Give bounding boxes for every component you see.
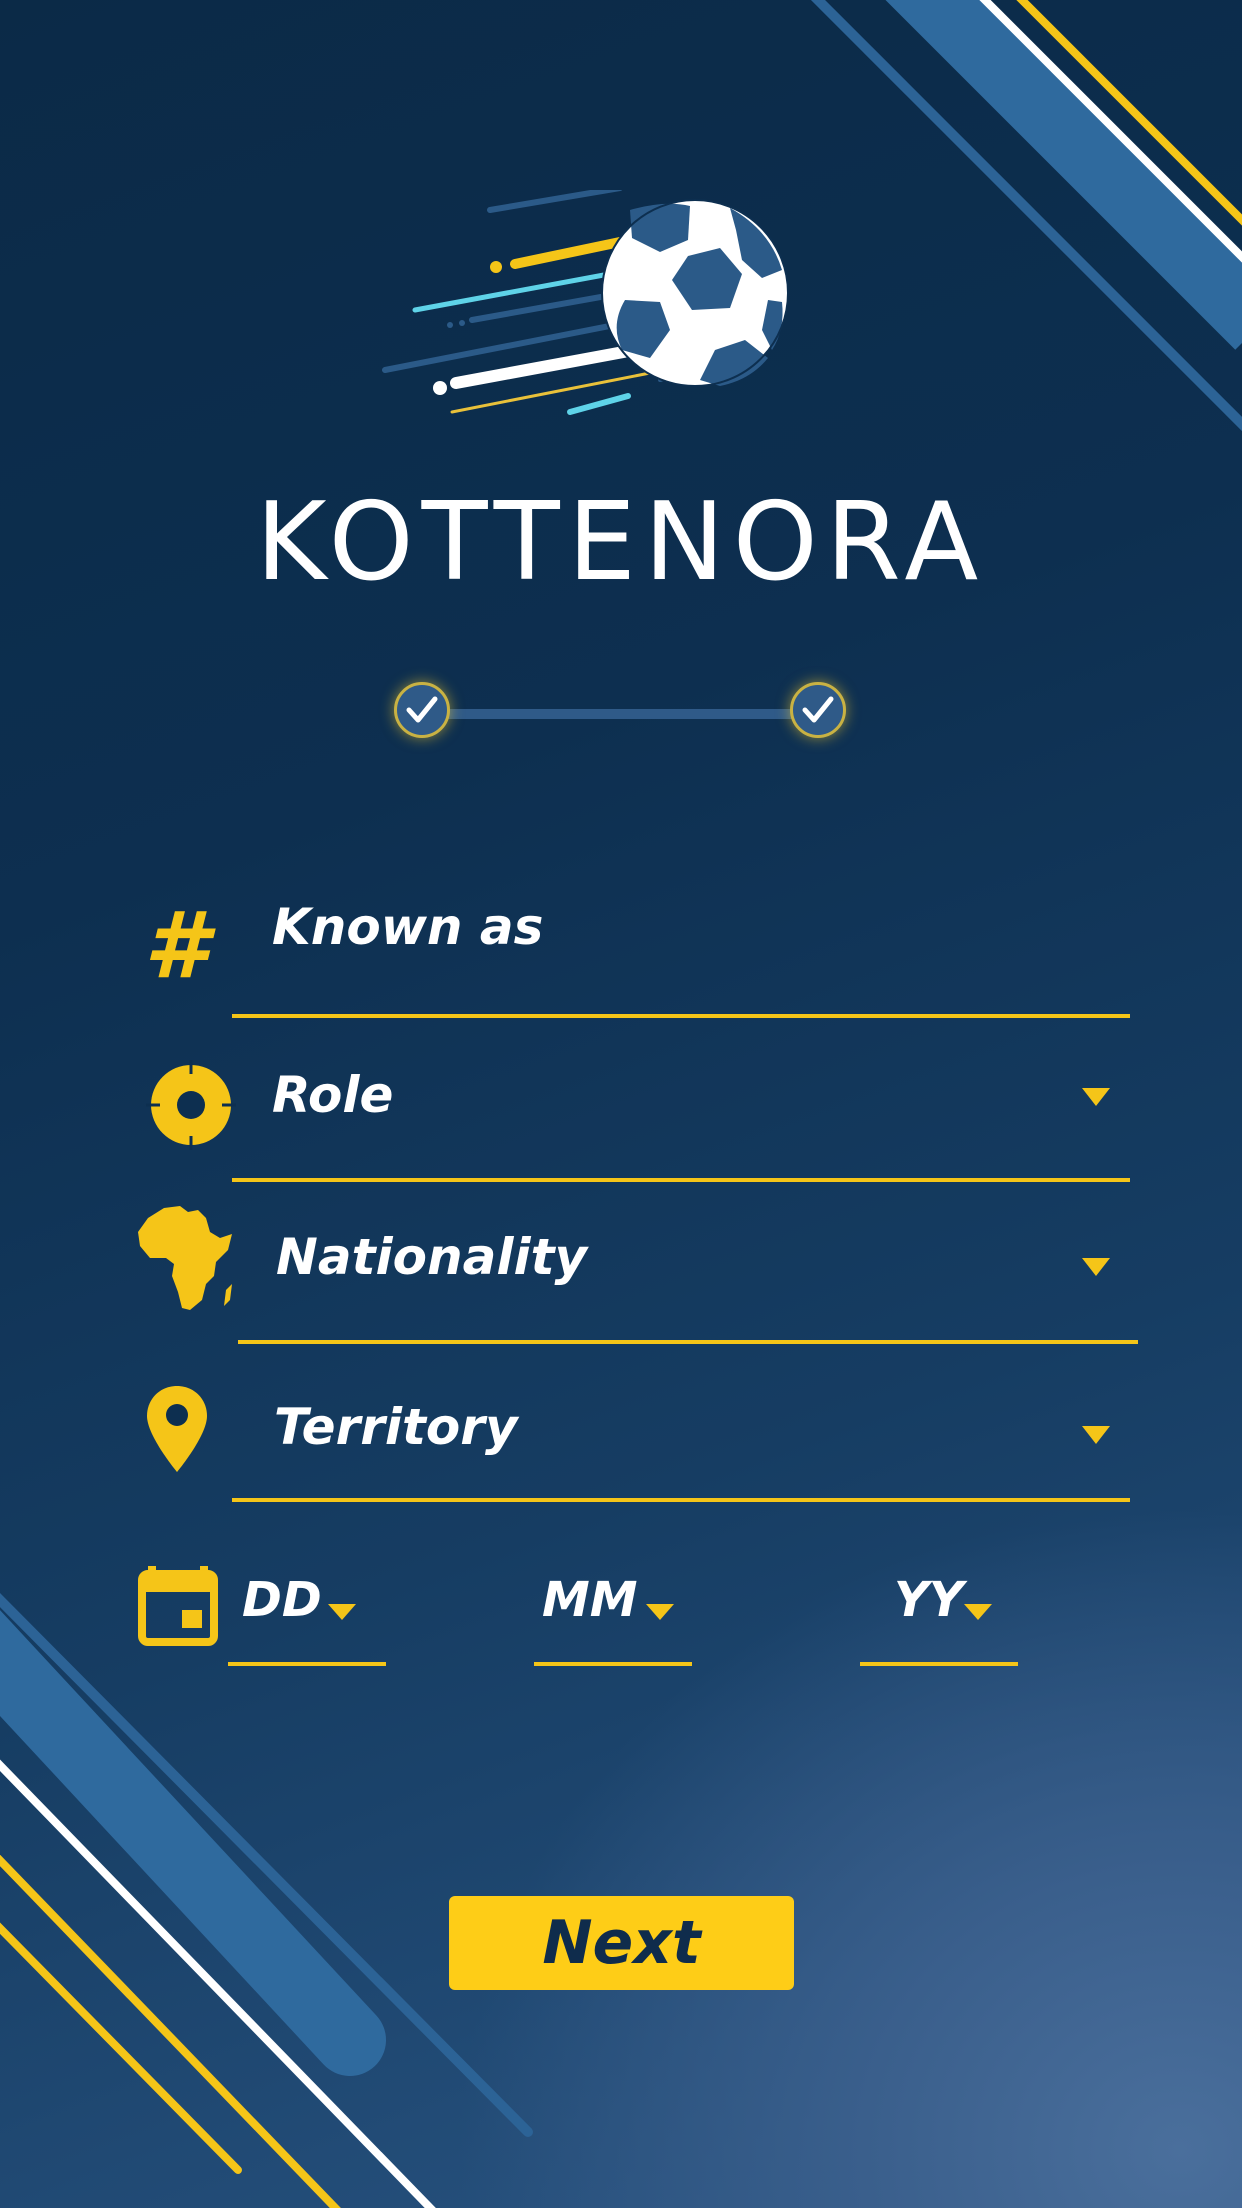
nationality-placeholder: Nationality — [276, 1228, 588, 1286]
chevron-down-icon — [1082, 1258, 1110, 1276]
day-select[interactable]: DD — [228, 1560, 388, 1670]
location-pin-icon — [147, 1386, 207, 1472]
role-select[interactable]: Role — [130, 1050, 1130, 1185]
month-select[interactable]: MM — [534, 1560, 694, 1670]
role-underline — [232, 1178, 1130, 1182]
progress-stepper — [390, 678, 850, 748]
month-underline — [534, 1662, 692, 1666]
known-as-field[interactable]: # Known as — [130, 880, 1130, 1020]
soccer-ball-logo-icon — [382, 190, 789, 415]
chevron-down-icon — [964, 1604, 992, 1620]
nationality-underline — [238, 1340, 1138, 1344]
known-as-placeholder: Known as — [272, 898, 544, 956]
year-underline — [860, 1662, 1018, 1666]
checkmark-icon — [406, 696, 438, 723]
chevron-down-icon — [328, 1604, 356, 1620]
crosshair-icon — [146, 1060, 236, 1150]
stripe-bottom-yellow-2 — [0, 1922, 242, 2174]
day-underline — [228, 1662, 386, 1666]
chevron-down-icon — [646, 1604, 674, 1620]
territory-select[interactable]: Territory — [130, 1380, 1130, 1505]
year-placeholder: YY — [894, 1572, 964, 1628]
chevron-down-icon — [1082, 1426, 1110, 1444]
chevron-down-icon — [1082, 1088, 1110, 1106]
birthdate-row: DD MM YY — [130, 1560, 1130, 1670]
step-1-complete — [394, 682, 450, 738]
territory-underline — [232, 1498, 1130, 1502]
role-placeholder: Role — [272, 1066, 394, 1124]
brand-wordmark: KOTTENORA — [255, 480, 987, 605]
africa-map-icon — [138, 1206, 232, 1310]
nationality-select[interactable]: Nationality — [130, 1200, 1138, 1350]
stepper-track — [422, 709, 818, 719]
stripe-bottom-blue-thin — [0, 1592, 533, 2137]
calendar-icon — [138, 1566, 218, 1646]
day-placeholder: DD — [242, 1572, 322, 1628]
known-as-underline — [232, 1014, 1130, 1018]
next-button[interactable]: Next — [449, 1896, 794, 1990]
territory-placeholder: Territory — [274, 1398, 518, 1456]
year-select[interactable]: YY — [860, 1560, 1020, 1670]
signup-screen: KOTTENORA # Known as Role Nationality Te… — [0, 0, 1242, 2208]
checkmark-icon — [802, 696, 834, 723]
month-placeholder: MM — [542, 1572, 638, 1628]
step-2-complete — [790, 682, 846, 738]
hash-icon: # — [144, 892, 209, 999]
